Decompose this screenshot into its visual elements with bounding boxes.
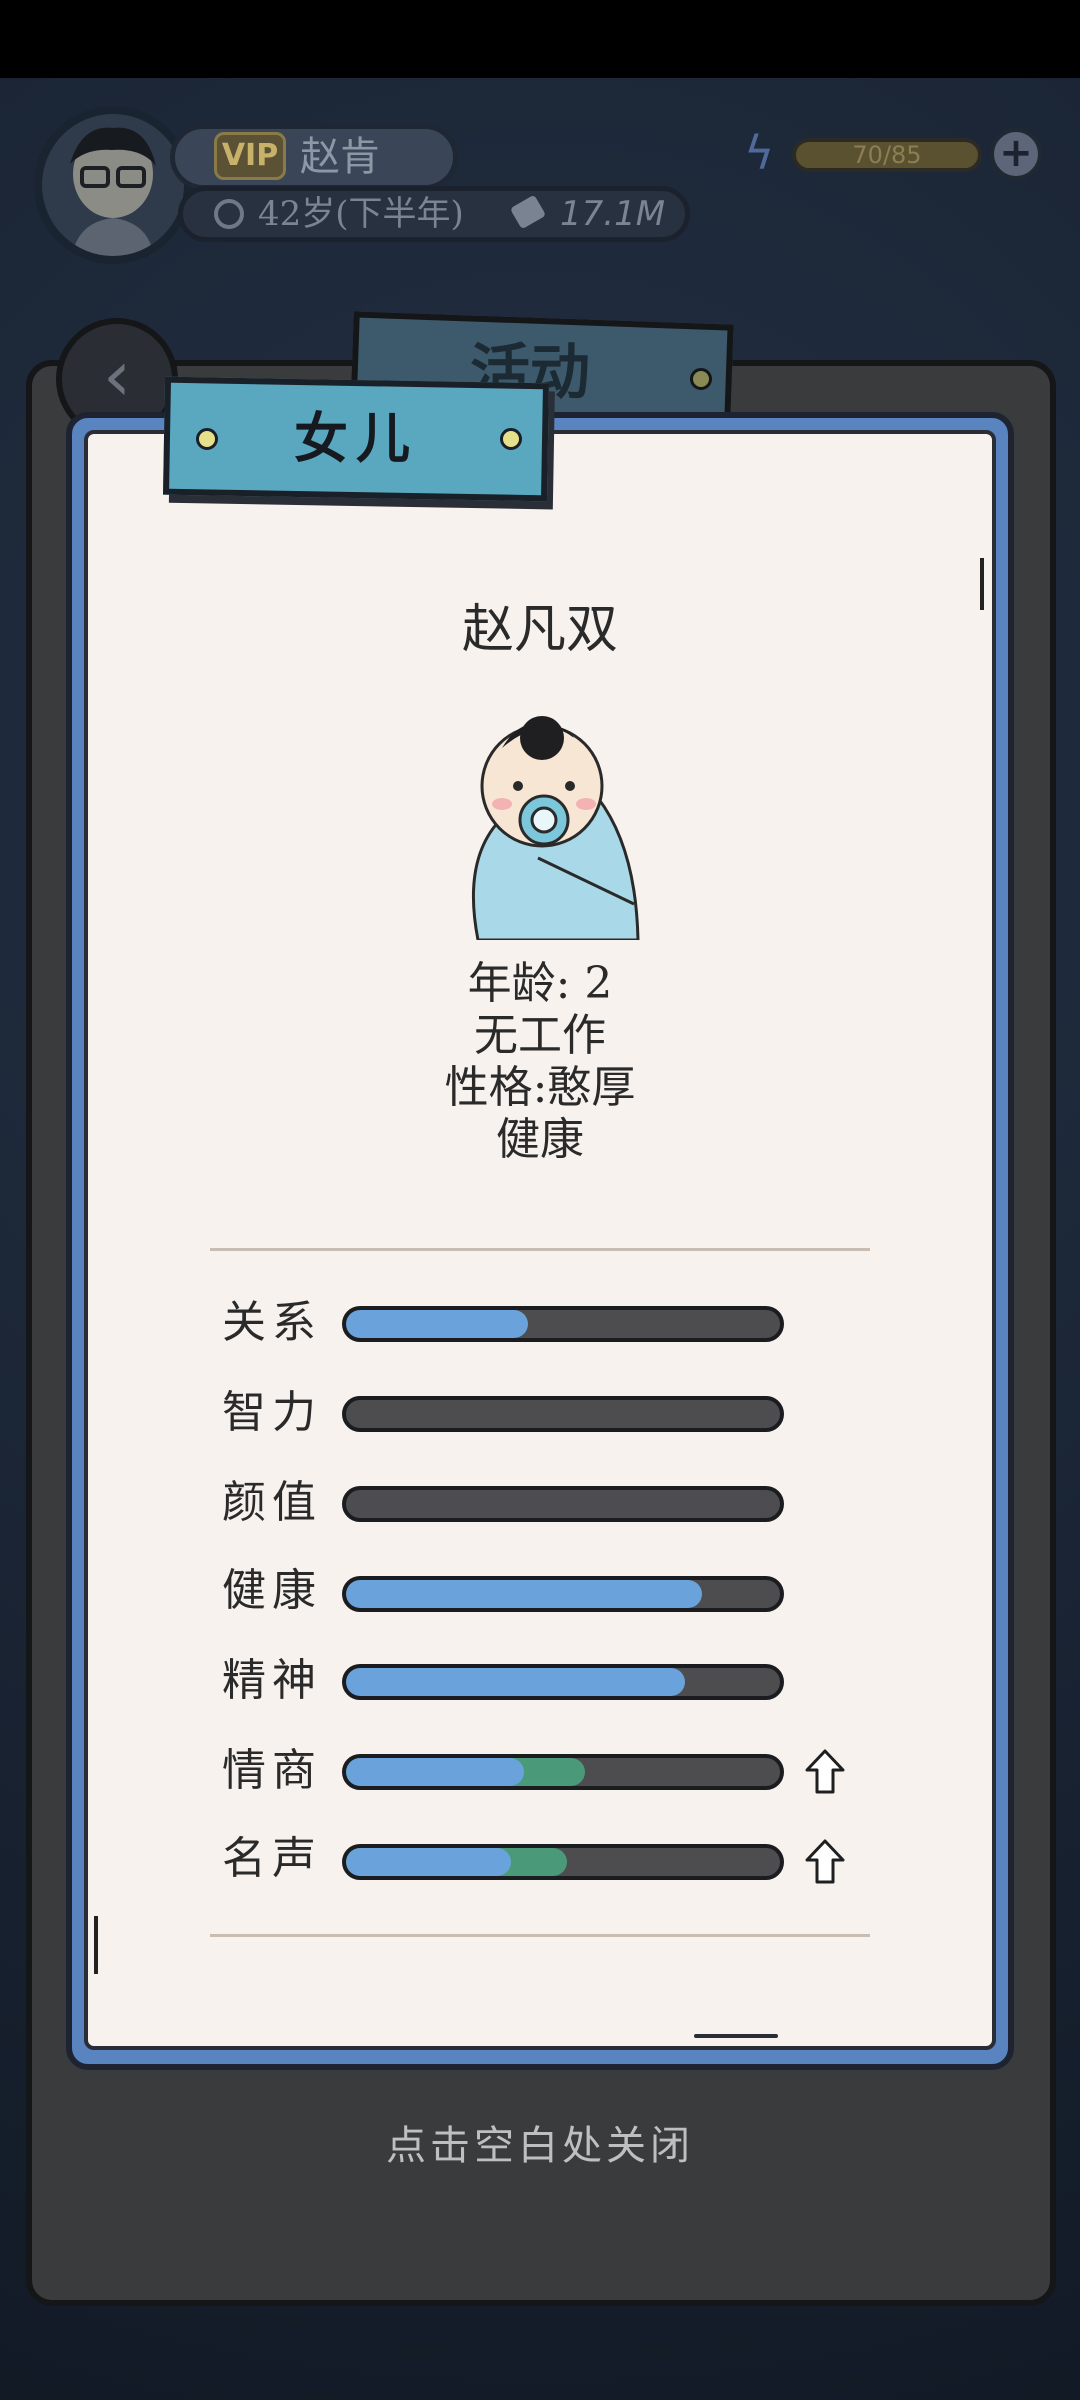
stat-bar-fill <box>346 1310 529 1338</box>
clock-icon <box>214 199 244 229</box>
player-money: 17.1M <box>560 194 666 234</box>
home-handle <box>694 2034 778 2038</box>
stat-bar-fill <box>346 1668 685 1696</box>
add-energy-button[interactable]: + <box>990 128 1042 180</box>
stat-label-fame: 名声 <box>222 1833 322 1884</box>
stat-bar-relation <box>342 1306 784 1342</box>
divider-top <box>210 1248 870 1251</box>
card-title: 女儿 <box>294 407 418 470</box>
child-health: 健康 <box>496 1114 584 1165</box>
stat-label-relation: 关系 <box>222 1297 322 1348</box>
stat-bar-spirit <box>342 1664 784 1700</box>
child-card-paper <box>84 430 996 2050</box>
player-name: 赵肯 <box>300 134 380 180</box>
energy-bolt-icon: ϟ <box>744 126 775 180</box>
player-age: 42岁(下半年) <box>258 194 464 234</box>
player-avatar[interactable] <box>34 106 192 264</box>
stat-bar-fill <box>346 1758 524 1786</box>
close-hint[interactable]: 点击空白处关闭 <box>0 2116 1080 2176</box>
stat-bar-eq <box>342 1754 784 1790</box>
child-name: 赵凡双 <box>461 600 618 660</box>
stat-bar-looks <box>342 1486 784 1522</box>
stat-bar-intelligence <box>342 1396 784 1432</box>
status-bar <box>0 0 1080 78</box>
child-personality: 性格:憨厚 <box>444 1062 636 1113</box>
child-job: 无工作 <box>474 1010 606 1061</box>
scroll-indicator-bottom <box>94 1916 98 1974</box>
child-age: 年龄: 2 <box>467 958 613 1009</box>
stat-bar-fill <box>346 1580 702 1608</box>
stat-bar-health <box>342 1576 784 1612</box>
energy-value: 70/85 <box>852 141 922 169</box>
stat-label-health: 健康 <box>222 1565 322 1616</box>
divider-bottom <box>210 1934 870 1937</box>
stat-label-looks: 颜值 <box>222 1477 322 1528</box>
eq-upgrade-arrow-icon[interactable] <box>804 1748 846 1796</box>
stat-label-spirit: 精神 <box>222 1655 322 1706</box>
fame-upgrade-arrow-icon[interactable] <box>804 1838 846 1886</box>
stat-bar-fill <box>346 1848 511 1876</box>
child-info: 年龄: 2 无工作 性格:憨厚 健康 <box>84 958 996 1166</box>
stat-label-intelligence: 智力 <box>222 1387 322 1438</box>
behind-tab-dot <box>690 368 712 390</box>
stat-label-eq: 情商 <box>222 1745 322 1796</box>
vip-badge[interactable]: VIP <box>214 132 286 180</box>
stat-bar-fame <box>342 1844 784 1880</box>
baby-portrait <box>458 708 644 942</box>
